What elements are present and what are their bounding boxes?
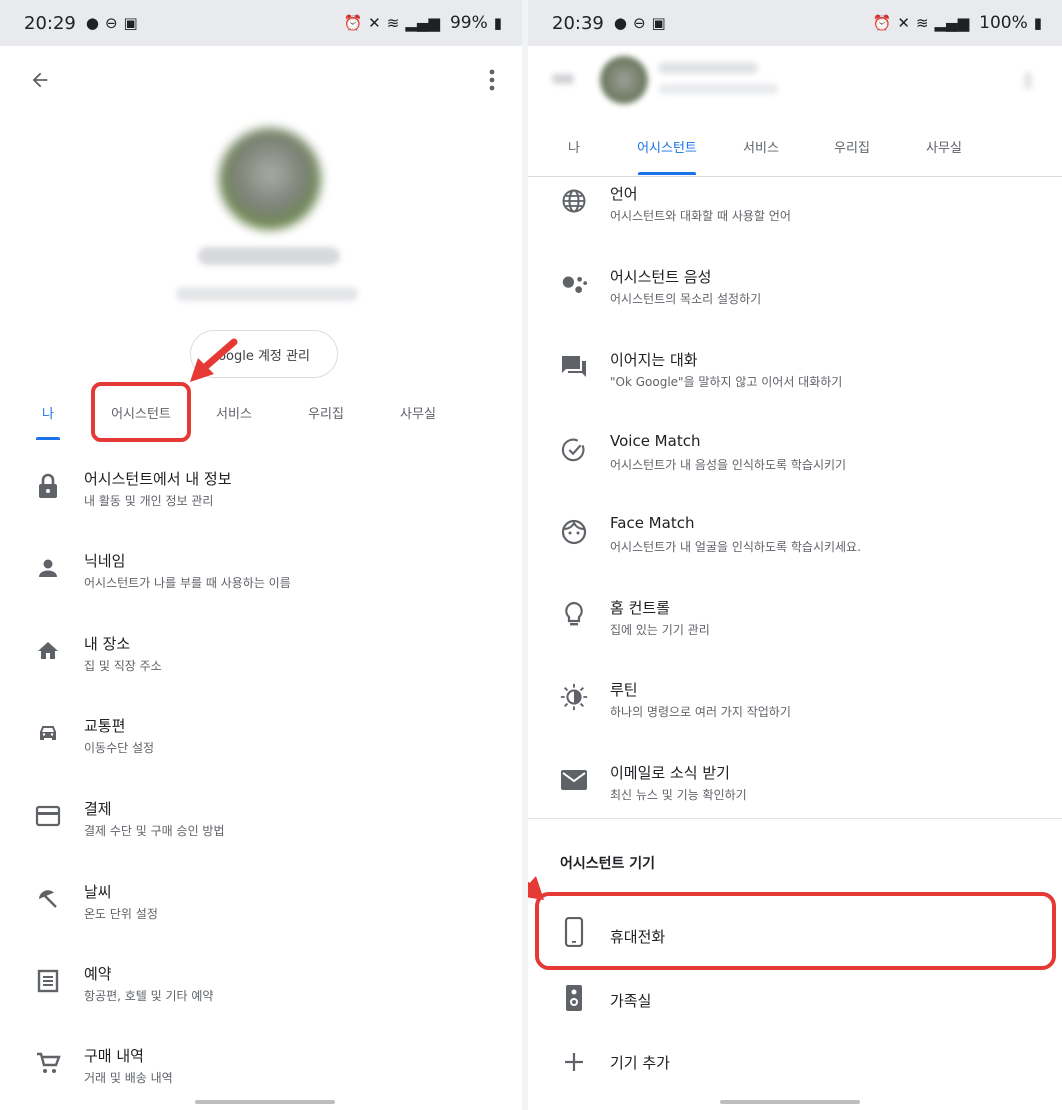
umbrella-icon (34, 885, 62, 913)
status-time: 20:29 (24, 12, 76, 34)
divider (528, 818, 1062, 819)
home-icon (34, 637, 62, 665)
wifi-icon: ≋ (386, 13, 400, 32)
mail-icon (560, 766, 588, 794)
status-bar: 20:29 ● ⊖ ▣ ⏰ ✕ ≋ ▂▄▆ 99% ▮ (0, 0, 522, 46)
list-item[interactable]: 결제 결제 수단 및 구매 승인 방법 (0, 790, 522, 850)
notification-icon: ● (613, 13, 627, 32)
tab-active-indicator (36, 437, 60, 440)
list-item[interactable]: 구매 내역 거래 및 배송 내역 (0, 1037, 522, 1097)
tab-home[interactable]: 우리집 (308, 403, 344, 422)
chat-icon (560, 353, 588, 381)
list-item[interactable]: 닉네임 어시스턴트가 나를 부를 때 사용하는 이름 (0, 542, 522, 602)
tab-home[interactable]: 우리집 (834, 137, 870, 156)
tab-me[interactable]: 나 (568, 137, 580, 156)
section-title: 어시스턴트 기기 (560, 856, 656, 872)
assistant-dots-icon (560, 270, 588, 298)
gesture-bar (195, 1100, 335, 1104)
messenger-icon: ⊖ (104, 13, 118, 32)
back-arrow-icon[interactable] (24, 64, 56, 96)
alarm-icon: ⏰ (343, 13, 363, 32)
signal-icon: ▂▄▆ (934, 13, 970, 32)
cart-icon (34, 1049, 62, 1077)
face-icon (560, 518, 588, 546)
notification-icon: ● (85, 13, 99, 32)
tab-bar: 나 어시스턴트 서비스 우리집 사무실 (0, 402, 522, 422)
gallery-icon: ▣ (651, 13, 666, 32)
battery-percent: 100% (979, 13, 1028, 33)
wifi-icon: ≋ (915, 13, 929, 32)
list-item[interactable]: 언어 어시스턴트와 대화할 때 사용할 언어 (528, 175, 1062, 235)
status-bar: 20:39 ● ⊖ ▣ ⏰ ✕ ≋ ▂▄▆ 100% ▮ (528, 0, 1062, 46)
annotation-highlight-box (91, 382, 191, 442)
annotation-highlight-box (535, 892, 1056, 970)
speaker-icon (560, 984, 588, 1012)
car-icon (34, 719, 62, 747)
list-item[interactable]: 홈 컨트롤 집에 있는 기기 관리 (528, 589, 1062, 649)
person-icon (34, 554, 62, 582)
tab-services[interactable]: 서비스 (743, 137, 779, 156)
back-arrow-icon[interactable] (552, 74, 574, 84)
credit-card-icon (34, 802, 62, 830)
tab-services[interactable]: 서비스 (216, 403, 252, 422)
list-doc-icon (34, 967, 62, 995)
lightbulb-icon (560, 601, 588, 629)
avatar (600, 56, 648, 104)
list-item[interactable]: 예약 항공편, 호텔 및 기타 예약 (0, 955, 522, 1015)
battery-icon: ▮ (1033, 13, 1042, 32)
list-item[interactable]: 내 장소 집 및 직장 주소 (0, 625, 522, 685)
status-time: 20:39 (552, 12, 604, 34)
account-name-blurred (198, 247, 340, 265)
gallery-icon: ▣ (123, 13, 138, 32)
list-item[interactable]: 어시스턴트 음성 어시스턴트의 목소리 설정하기 (528, 258, 1062, 318)
plus-icon (560, 1048, 588, 1076)
list-item[interactable]: Voice Match 어시스턴트가 내 음성을 인식하도록 학습시키기 (528, 424, 1062, 484)
voice-match-icon (560, 436, 588, 464)
list-item[interactable]: Face Match 어시스턴트가 내 얼굴을 인식하도록 학습시키세요. (528, 506, 1062, 566)
header (528, 46, 1062, 176)
battery-percent: 99% (449, 13, 488, 33)
device-item[interactable]: 기기 추가 (528, 1036, 1062, 1092)
annotation-arrow-icon (528, 876, 544, 900)
avatar (219, 128, 321, 230)
mute-icon: ✕ (897, 13, 910, 32)
list-item[interactable]: 날씨 온도 단위 설정 (0, 873, 522, 933)
gesture-bar (720, 1100, 860, 1104)
tab-office[interactable]: 사무실 (400, 403, 436, 422)
more-vert-icon[interactable] (1024, 72, 1032, 90)
routine-icon (560, 683, 588, 711)
list-item[interactable]: 교통편 이동수단 설정 (0, 707, 522, 767)
more-vert-icon[interactable] (478, 64, 506, 96)
mute-icon: ✕ (368, 13, 381, 32)
tab-me[interactable]: 나 (42, 403, 54, 422)
alarm-icon: ⏰ (872, 13, 892, 32)
tab-assistant[interactable]: 어시스턴트 (637, 137, 697, 156)
account-email-blurred (176, 287, 358, 301)
account-name-blurred (658, 62, 758, 74)
globe-icon (560, 187, 588, 215)
battery-icon: ▮ (493, 13, 502, 32)
annotation-arrow-icon (190, 338, 238, 382)
messenger-icon: ⊖ (632, 13, 646, 32)
right-screen: 20:39 ● ⊖ ▣ ⏰ ✕ ≋ ▂▄▆ 100% ▮ 나 어시스턴트 서비스… (528, 0, 1062, 1110)
signal-icon: ▂▄▆ (405, 13, 440, 32)
list-item[interactable]: 이메일로 소식 받기 최신 뉴스 및 기능 확인하기 (528, 754, 1062, 814)
list-item[interactable]: 루틴 하나의 명령으로 여러 가지 작업하기 (528, 671, 1062, 731)
device-item[interactable]: 가족실 (528, 972, 1062, 1028)
lock-icon (34, 472, 62, 500)
left-screen: 20:29 ● ⊖ ▣ ⏰ ✕ ≋ ▂▄▆ 99% ▮ oogle 계정 관리 … (0, 0, 522, 1110)
list-item[interactable]: 어시스턴트에서 내 정보 내 활동 및 개인 정보 관리 (0, 460, 522, 520)
account-email-blurred (658, 84, 778, 94)
tab-bar: 나 어시스턴트 서비스 우리집 사무실 (528, 136, 1062, 156)
tab-office[interactable]: 사무실 (926, 137, 962, 156)
list-item[interactable]: 이어지는 대화 "Ok Google"을 말하지 않고 이어서 대화하기 (528, 341, 1062, 401)
